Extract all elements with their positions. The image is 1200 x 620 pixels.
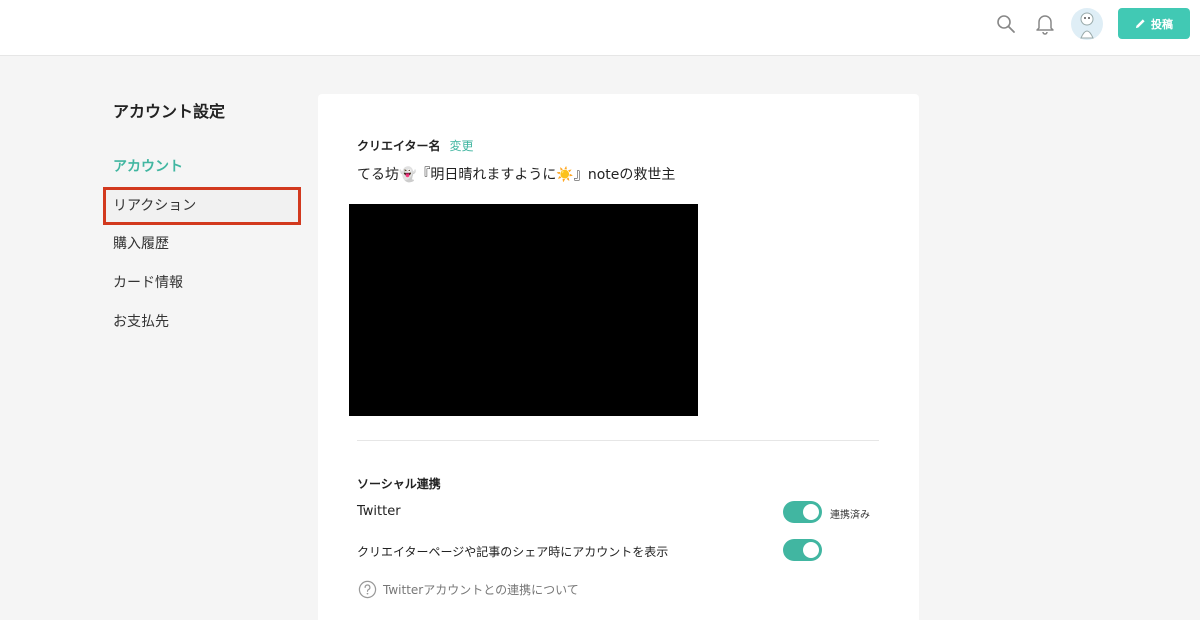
sidebar-item-card-info[interactable]: カード情報 [103,264,303,303]
share-display-toggle[interactable] [783,539,822,561]
pencil-icon [1135,19,1145,29]
avatar[interactable] [1071,8,1103,40]
linked-status: 連携済み [830,510,870,521]
divider [357,440,879,441]
sidebar-item-account[interactable]: アカウント [103,148,303,187]
toggle-knob [803,504,819,520]
sidebar-item-purchase-history[interactable]: 購入履歴 [103,225,303,264]
twitter-help-link[interactable]: Twitterアカウントとの連携について [358,580,579,599]
post-button[interactable]: 投稿 [1118,8,1190,39]
sidebar-nav: アカウント リアクション 購入履歴 カード情報 お支払先 [103,148,303,342]
creator-name-header: クリエイター名 変更 [357,137,474,154]
top-header: 投稿 [0,0,1200,56]
account-settings-card: クリエイター名 変更 てる坊👻『明日晴れますように☀️』noteの救世主 ソーシ… [318,94,919,620]
bell-icon[interactable] [1033,12,1057,36]
sidebar-title: アカウント設定 [113,102,226,121]
creator-name-label: クリエイター名 [357,139,441,153]
social-section-title: ソーシャル連携 [357,477,441,491]
creator-name-value: てる坊👻『明日晴れますように☀️』noteの救世主 [357,167,676,183]
twitter-toggle[interactable] [783,501,822,523]
sidebar-item-reaction[interactable]: リアクション [103,187,301,225]
help-circle-icon [358,580,377,599]
search-icon[interactable] [994,12,1018,36]
change-link[interactable]: 変更 [450,137,474,154]
toggle-knob [803,542,819,558]
help-text: Twitterアカウントとの連携について [383,583,579,597]
post-button-label: 投稿 [1151,17,1173,31]
cover-image [349,204,698,416]
share-display-label: クリエイターページや記事のシェア時にアカウントを表示 [357,545,669,559]
twitter-label: Twitter [357,504,401,519]
sidebar-item-payee[interactable]: お支払先 [103,303,303,342]
